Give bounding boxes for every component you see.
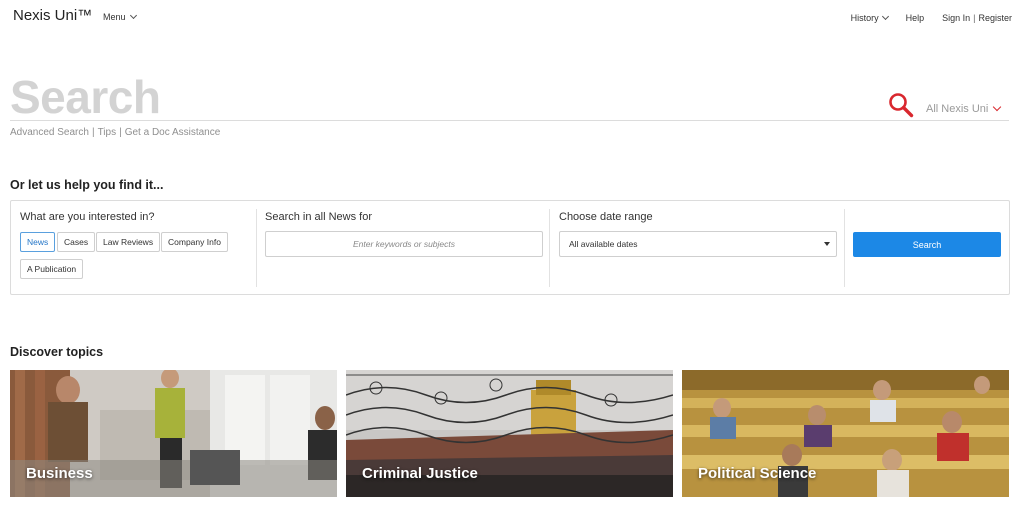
get-a-doc-link[interactable]: Get a Doc Assistance — [125, 127, 221, 138]
chevron-down-icon — [881, 12, 889, 21]
history-label: History — [850, 13, 879, 23]
user-nav: History Help Sign In | Register — [850, 12, 1012, 23]
topic-label-political-science: Political Science — [698, 465, 817, 482]
search-sublinks: Advanced Search | Tips | Get a Doc Assis… — [10, 127, 220, 138]
search-input[interactable]: Search — [10, 70, 161, 124]
topic-card-political-science[interactable]: Political Science — [682, 370, 1009, 497]
separator: | — [91, 127, 95, 138]
chevron-down-icon — [993, 102, 1002, 112]
discover-topics-title: Discover topics — [10, 345, 104, 359]
topic-card-business[interactable]: Business — [10, 370, 337, 497]
date-range-title: Choose date range — [559, 211, 653, 223]
advanced-search-link[interactable]: Advanced Search — [10, 127, 89, 138]
menu-button[interactable]: Menu — [103, 11, 137, 22]
topic-label-business: Business — [26, 465, 93, 482]
search-scope-label: All Nexis Uni — [926, 103, 989, 115]
register-link[interactable]: Register — [978, 13, 1012, 23]
chip-a-publication[interactable]: A Publication — [20, 259, 84, 279]
topic-card-criminal-justice[interactable]: Criminal Justice — [346, 370, 673, 497]
keywords-title: Search in all News for — [265, 211, 372, 223]
help-section-title: Or let us help you find it... — [10, 178, 164, 192]
topic-label-criminal-justice: Criminal Justice — [362, 465, 478, 482]
chip-law-reviews[interactable]: Law Reviews — [96, 232, 161, 252]
history-button[interactable]: History — [850, 12, 889, 23]
caret-down-icon — [824, 242, 830, 246]
search-icon[interactable] — [888, 92, 914, 118]
search-scope-dropdown[interactable]: All Nexis Uni — [926, 102, 1002, 115]
guided-search-panel: What are you interested in? News Cases L… — [10, 200, 1010, 295]
search-underline — [10, 120, 1009, 121]
sign-in-link[interactable]: Sign In — [942, 13, 970, 23]
help-link[interactable]: Help — [906, 13, 925, 23]
divider — [549, 209, 550, 287]
separator: | — [973, 13, 976, 23]
menu-label: Menu — [103, 12, 126, 22]
chip-company-info[interactable]: Company Info — [161, 232, 228, 252]
brand-logo[interactable]: Nexis Uni™ — [13, 7, 92, 24]
chip-cases[interactable]: Cases — [57, 232, 96, 252]
divider — [256, 209, 257, 287]
tips-link[interactable]: Tips — [98, 127, 117, 138]
top-navigation-bar: Nexis Uni™ Menu History Help Sign In | R… — [0, 0, 1024, 36]
search-button[interactable]: Search — [853, 232, 1001, 257]
interest-title: What are you interested in? — [20, 211, 155, 223]
date-range-select[interactable]: All available dates — [559, 231, 837, 257]
chevron-down-icon — [129, 11, 137, 20]
divider — [844, 209, 845, 287]
chip-news[interactable]: News — [20, 232, 56, 252]
keywords-input[interactable]: Enter keywords or subjects — [265, 231, 543, 257]
signin-group: Sign In | Register — [942, 13, 1012, 23]
separator: | — [119, 127, 122, 138]
date-range-value: All available dates — [569, 239, 638, 249]
